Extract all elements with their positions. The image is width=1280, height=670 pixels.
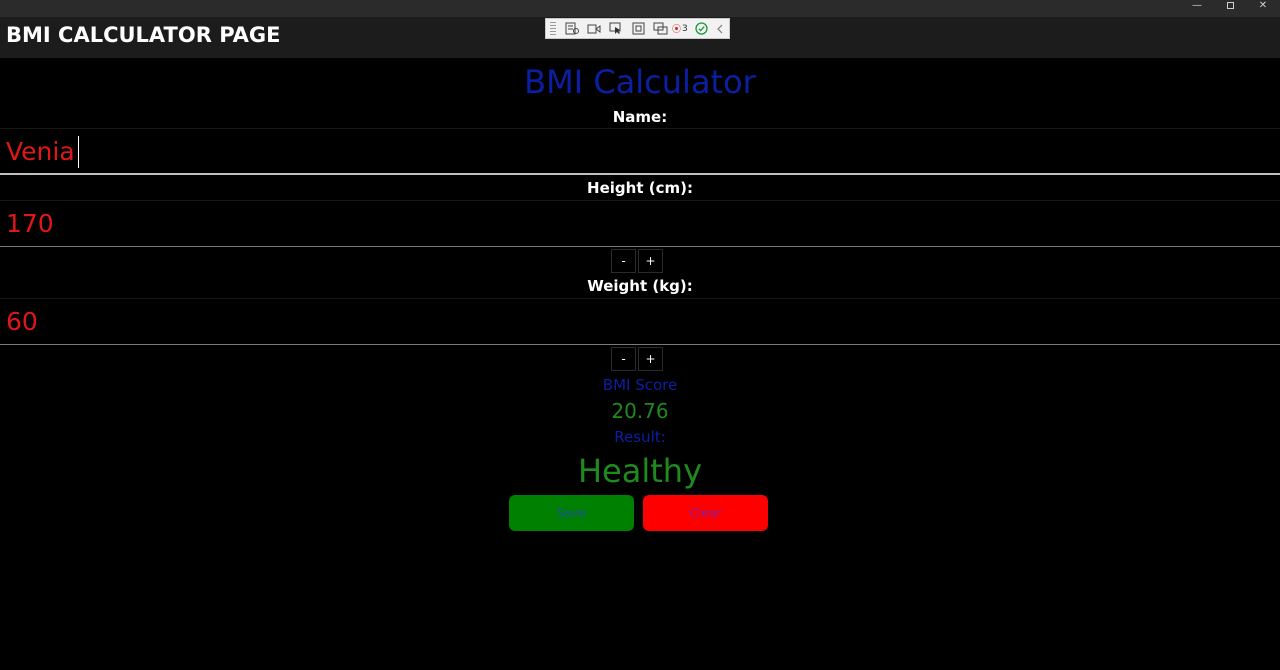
height-decrement-button[interactable]: - (611, 249, 636, 273)
clear-button[interactable]: Clear (643, 495, 768, 531)
height-label: Height (cm): (587, 179, 693, 197)
live-visual-tree-icon (565, 22, 579, 35)
track-focused-element-icon (653, 22, 667, 35)
weight-decrement-button[interactable]: - (611, 347, 636, 371)
restore-icon (1226, 2, 1234, 9)
collapse-chevron-icon (716, 24, 723, 33)
text-caret (78, 136, 79, 168)
minimize-icon: — (1192, 0, 1202, 11)
weight-stepper: - + (611, 347, 665, 371)
select-element-button[interactable] (606, 20, 626, 37)
bmi-score-value: 20.76 (611, 399, 669, 423)
name-label: Name: (612, 108, 668, 126)
close-icon: ✕ (1258, 0, 1268, 11)
save-button[interactable]: Save (509, 495, 634, 531)
binding-failures-indicator[interactable]: ⦿ 3 (672, 22, 688, 36)
display-layout-adorners-button[interactable] (628, 20, 648, 37)
name-input[interactable] (0, 129, 1280, 173)
hot-reload-check-icon (695, 22, 708, 35)
video-icon (587, 24, 601, 33)
binding-failures-icon: ⦿ (672, 25, 682, 35)
hot-reload-status-button[interactable] (692, 20, 712, 37)
track-focused-element-button[interactable] (650, 20, 670, 37)
close-button[interactable]: ✕ (1246, 0, 1280, 17)
weight-input[interactable] (0, 299, 1280, 344)
collapse-toolbar-button[interactable] (714, 20, 726, 37)
toolbar-grip-icon[interactable] (550, 22, 556, 35)
weight-label: Weight (kg): (587, 277, 693, 295)
weight-field-container (0, 298, 1280, 345)
page-title: BMI CALCULATOR PAGE (6, 23, 281, 47)
binding-failures-count: 3 (682, 23, 688, 34)
live-visual-tree-button[interactable] (562, 20, 582, 37)
height-increment-button[interactable]: + (638, 249, 663, 273)
form-heading: BMI Calculator (524, 63, 756, 101)
window-titlebar: — ✕ (0, 0, 1280, 17)
minimize-button[interactable]: — (1180, 0, 1214, 17)
name-field-container (0, 128, 1280, 175)
result-value: Healthy (577, 452, 702, 490)
video-button[interactable] (584, 20, 604, 37)
height-field-container (0, 200, 1280, 247)
select-element-icon (609, 22, 621, 34)
weight-increment-button[interactable]: + (638, 347, 663, 371)
height-stepper: - + (611, 249, 665, 273)
bmi-score-label: BMI Score (602, 376, 678, 394)
restore-button[interactable] (1213, 0, 1247, 17)
height-input[interactable] (0, 201, 1280, 246)
debug-toolbar: ⦿ 3 (545, 18, 730, 39)
result-label: Result: (614, 428, 666, 446)
display-layout-adorners-icon (632, 22, 644, 35)
